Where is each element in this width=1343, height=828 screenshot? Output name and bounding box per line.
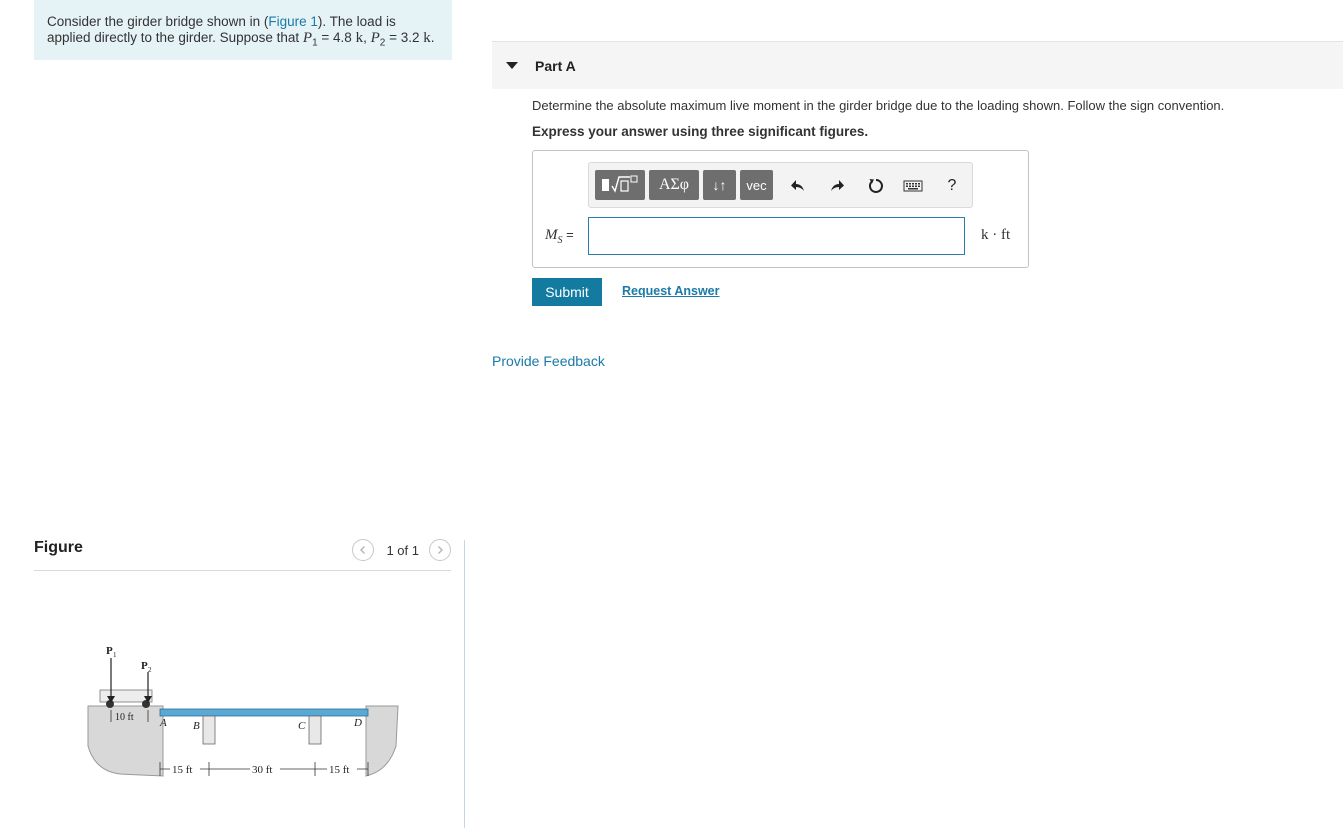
answer-equals: = <box>562 227 574 242</box>
reset-button[interactable] <box>865 175 887 197</box>
problem-text-start: Consider the girder bridge shown in ( <box>47 14 269 29</box>
p1-symbol: P <box>302 30 313 46</box>
previous-figure-button[interactable] <box>352 539 375 561</box>
reset-icon <box>869 179 883 193</box>
redo-button[interactable] <box>826 175 848 197</box>
problem-separator: , <box>363 30 371 45</box>
vector-button[interactable]: vec <box>740 170 773 200</box>
p1-value: = 4.8 <box>317 30 356 45</box>
request-answer-link[interactable]: Request Answer <box>622 284 719 298</box>
arrows-button[interactable]: ↓↑ <box>703 170 736 200</box>
answer-label: MS = <box>545 227 574 246</box>
label-p2: P <box>141 660 148 672</box>
column-c <box>308 715 322 745</box>
label-p2-sub: 2 <box>148 666 152 674</box>
submit-button[interactable]: Submit <box>532 278 602 306</box>
templates-icon <box>602 175 638 193</box>
label-span-ab: 15 ft <box>172 764 192 776</box>
question-text: Determine the absolute maximum live mome… <box>532 98 1225 113</box>
label-c: C <box>298 720 306 732</box>
part-a-header[interactable]: Part A <box>492 41 1343 89</box>
greek-symbols-button[interactable]: ΑΣφ <box>649 170 699 200</box>
instruction-text: Express your answer using three signific… <box>532 124 869 139</box>
figure-link[interactable]: Figure 1 <box>268 14 318 29</box>
figure-header: Figure 1 of 1 <box>34 536 451 571</box>
help-button[interactable]: ? <box>941 175 963 197</box>
answer-symbol: M <box>545 227 558 243</box>
label-p1-sub: 1 <box>113 651 117 659</box>
templates-button[interactable] <box>595 170 645 200</box>
figure-title: Figure <box>34 539 83 556</box>
collapse-triangle-icon[interactable] <box>506 62 518 69</box>
label-span-cd: 15 ft <box>329 764 349 776</box>
label-span-bc: 30 ft <box>252 764 272 776</box>
label-d: D <box>353 717 362 729</box>
math-toolbar: ΑΣφ ↓↑ vec ? <box>588 162 973 208</box>
panel-divider <box>464 540 465 828</box>
label-b: B <box>193 720 200 732</box>
label-p1: P <box>106 645 113 657</box>
figure-pager: 1 of 1 <box>352 539 451 561</box>
column-b <box>202 715 216 745</box>
p2-symbol: P <box>370 30 380 46</box>
label-truck-spacing: 10 ft <box>115 712 134 723</box>
keyboard-icon <box>903 180 923 192</box>
girder <box>159 708 369 717</box>
part-a-title: Part A <box>535 58 576 74</box>
undo-icon <box>791 180 804 191</box>
keyboard-button[interactable] <box>902 175 924 197</box>
redo-icon <box>831 180 844 191</box>
right-abutment <box>365 705 399 777</box>
p2-value: = 3.2 <box>385 30 424 45</box>
answer-input[interactable] <box>588 217 965 255</box>
chevron-right-icon <box>438 546 443 554</box>
chevron-left-icon <box>360 546 366 554</box>
undo-button[interactable] <box>787 175 809 197</box>
provide-feedback-link[interactable]: Provide Feedback <box>492 353 605 369</box>
girder-bridge-figure: P 1 P 2 10 ft A B C D 15 ft 30 ft 15 ft <box>87 645 399 777</box>
p2-unit: k <box>423 30 431 46</box>
problem-end: . <box>430 30 435 45</box>
problem-statement: Consider the girder bridge shown in (Fig… <box>34 0 452 60</box>
answer-box: ΑΣφ ↓↑ vec ? MS = k · ft <box>532 150 1029 268</box>
p1-unit: k <box>355 30 364 46</box>
next-figure-button[interactable] <box>429 539 451 561</box>
answer-unit: k · ft <box>981 227 1011 243</box>
figure-page-count: 1 of 1 <box>386 542 419 558</box>
label-a: A <box>159 717 167 729</box>
